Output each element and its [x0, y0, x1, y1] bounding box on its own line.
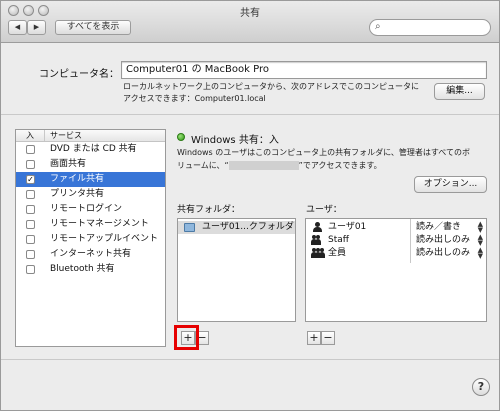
status-desc-line-1: Windows のユーザはこのコンピュータ上の共有フォルダに、管理者はすべてのボ — [177, 148, 470, 157]
user-icon — [313, 222, 322, 232]
users-list: ユーザ01 読み／書き ▲ ▼ Staff 読み出しのみ ▲ ▼ 全員 読み出しのみ ▲ ▼ — [305, 218, 487, 322]
forward-arrow-icon: ▶ — [33, 23, 40, 31]
service-row[interactable]: DVD または CD 共有 — [16, 142, 165, 157]
status-desc-pre: リュームに、“ — [177, 161, 229, 170]
service-label: リモートアップルイベント — [50, 234, 159, 244]
permission-popup[interactable]: 読み出しのみ — [416, 247, 470, 260]
service-row[interactable]: リモートログイン — [16, 202, 165, 217]
header-on: 入 — [26, 131, 34, 140]
status-desc-line-2: リュームに、“ ”でアクセスできます。 — [177, 160, 382, 172]
service-row[interactable]: インターネット共有 — [16, 247, 165, 262]
service-row[interactable]: Bluetooth 共有 — [16, 262, 165, 277]
bottom-separator — [1, 359, 499, 360]
address-line-2: アクセスできます：Computer01.local — [123, 94, 266, 103]
edit-button[interactable]: 編集... — [434, 83, 485, 100]
service-label: 画面共有 — [50, 159, 87, 169]
user-name: 全員 — [328, 248, 347, 258]
sharing-window: 共有 ◀ ▶ すべてを表示 ⌕ コンピュータ名： Computer01 の Ma… — [0, 0, 500, 411]
service-checkbox[interactable] — [26, 220, 35, 229]
service-row[interactable]: プリンタ共有 — [16, 187, 165, 202]
service-row[interactable]: リモートアップルイベント — [16, 232, 165, 247]
popup-arrows-icon: ▲ ▼ — [477, 246, 483, 260]
user-row[interactable]: ユーザ01 読み／書き ▲ ▼ — [306, 221, 486, 234]
redacted-address — [228, 161, 299, 170]
services-list: 入 サービス DVD または CD 共有 画面共有 ✓ ファイル共有 プリンタ共有リモー… — [15, 129, 166, 347]
service-checkbox[interactable] — [26, 250, 35, 259]
service-label: DVD または CD 共有 — [50, 144, 137, 154]
options-button[interactable]: オプション... — [414, 176, 487, 193]
highlight-frame — [174, 325, 199, 350]
user-row[interactable]: Staff 読み出しのみ ▲ ▼ — [306, 234, 486, 247]
service-row[interactable]: ✓ ファイル共有 — [16, 172, 165, 187]
folder-icon — [184, 223, 195, 232]
group-icon — [311, 235, 325, 245]
service-row[interactable]: リモートマネージメント — [16, 217, 165, 232]
status-on-indicator-icon — [177, 133, 185, 141]
service-label: ファイル共有 — [50, 174, 105, 184]
service-checkbox[interactable] — [26, 145, 35, 154]
service-label: リモートログイン — [50, 204, 123, 214]
service-checkbox[interactable]: ✓ — [26, 175, 35, 184]
show-all-button[interactable]: すべてを表示 — [55, 20, 131, 35]
computer-name-section: コンピュータ名： Computer01 の MacBook Pro ローカルネッ… — [1, 43, 499, 115]
search-icon: ⌕ — [375, 21, 381, 32]
service-checkbox[interactable] — [26, 205, 35, 214]
users-label: ユーザ： — [306, 205, 342, 215]
service-checkbox[interactable] — [26, 190, 35, 199]
computer-name-field[interactable]: Computer01 の MacBook Pro — [121, 61, 487, 79]
forward-button[interactable]: ▶ — [27, 20, 46, 35]
permission-popup[interactable]: 読み出しのみ — [416, 234, 470, 247]
service-row[interactable]: 画面共有 — [16, 157, 165, 172]
everyone-icon — [311, 248, 325, 258]
address-line-1: ローカルネットワーク上のコンピュータから、次のアドレスでこのコンピュータに — [123, 82, 419, 91]
user-row[interactable]: 全員 読み出しのみ ▲ ▼ — [306, 247, 486, 260]
service-label: Bluetooth 共有 — [50, 264, 115, 274]
service-checkbox[interactable] — [26, 265, 35, 274]
service-checkbox[interactable] — [26, 160, 35, 169]
add-user-button[interactable]: + — [307, 331, 321, 345]
services-header: 入 サービス — [16, 130, 165, 142]
remove-user-button[interactable]: − — [321, 331, 335, 345]
user-name: Staff — [328, 235, 349, 245]
window-title: 共有 — [240, 8, 260, 19]
shared-folders-label: 共有フォルダ： — [177, 205, 241, 215]
shared-folder-row[interactable]: ユーザ01...クフォルダ — [178, 221, 295, 234]
shared-folders-list: ユーザ01...クフォルダ — [177, 218, 296, 322]
help-button[interactable]: ? — [472, 378, 490, 396]
service-label: プリンタ共有 — [50, 189, 105, 199]
popup-arrows-icon: ▲ ▼ — [477, 233, 483, 247]
back-button[interactable]: ◀ — [8, 20, 27, 35]
permission-popup[interactable]: 読み／書き — [416, 221, 461, 234]
titlebar: 共有 ◀ ▶ すべてを表示 ⌕ — [1, 1, 499, 43]
status-desc-post: ”でアクセスできます。 — [298, 161, 382, 170]
header-service: サービス — [50, 131, 82, 140]
popup-arrows-icon: ▲ ▼ — [477, 220, 483, 234]
back-arrow-icon: ◀ — [14, 23, 21, 31]
search-field[interactable]: ⌕ — [369, 19, 491, 36]
computer-name-label: コンピュータ名： — [39, 69, 119, 80]
status-title: Windows 共有：入 — [191, 135, 279, 146]
shared-folder-name: ユーザ01...クフォルダ — [202, 222, 294, 232]
service-label: リモートマネージメント — [50, 219, 149, 229]
service-checkbox[interactable] — [26, 235, 35, 244]
user-name: ユーザ01 — [328, 222, 367, 232]
service-label: インターネット共有 — [50, 249, 132, 259]
